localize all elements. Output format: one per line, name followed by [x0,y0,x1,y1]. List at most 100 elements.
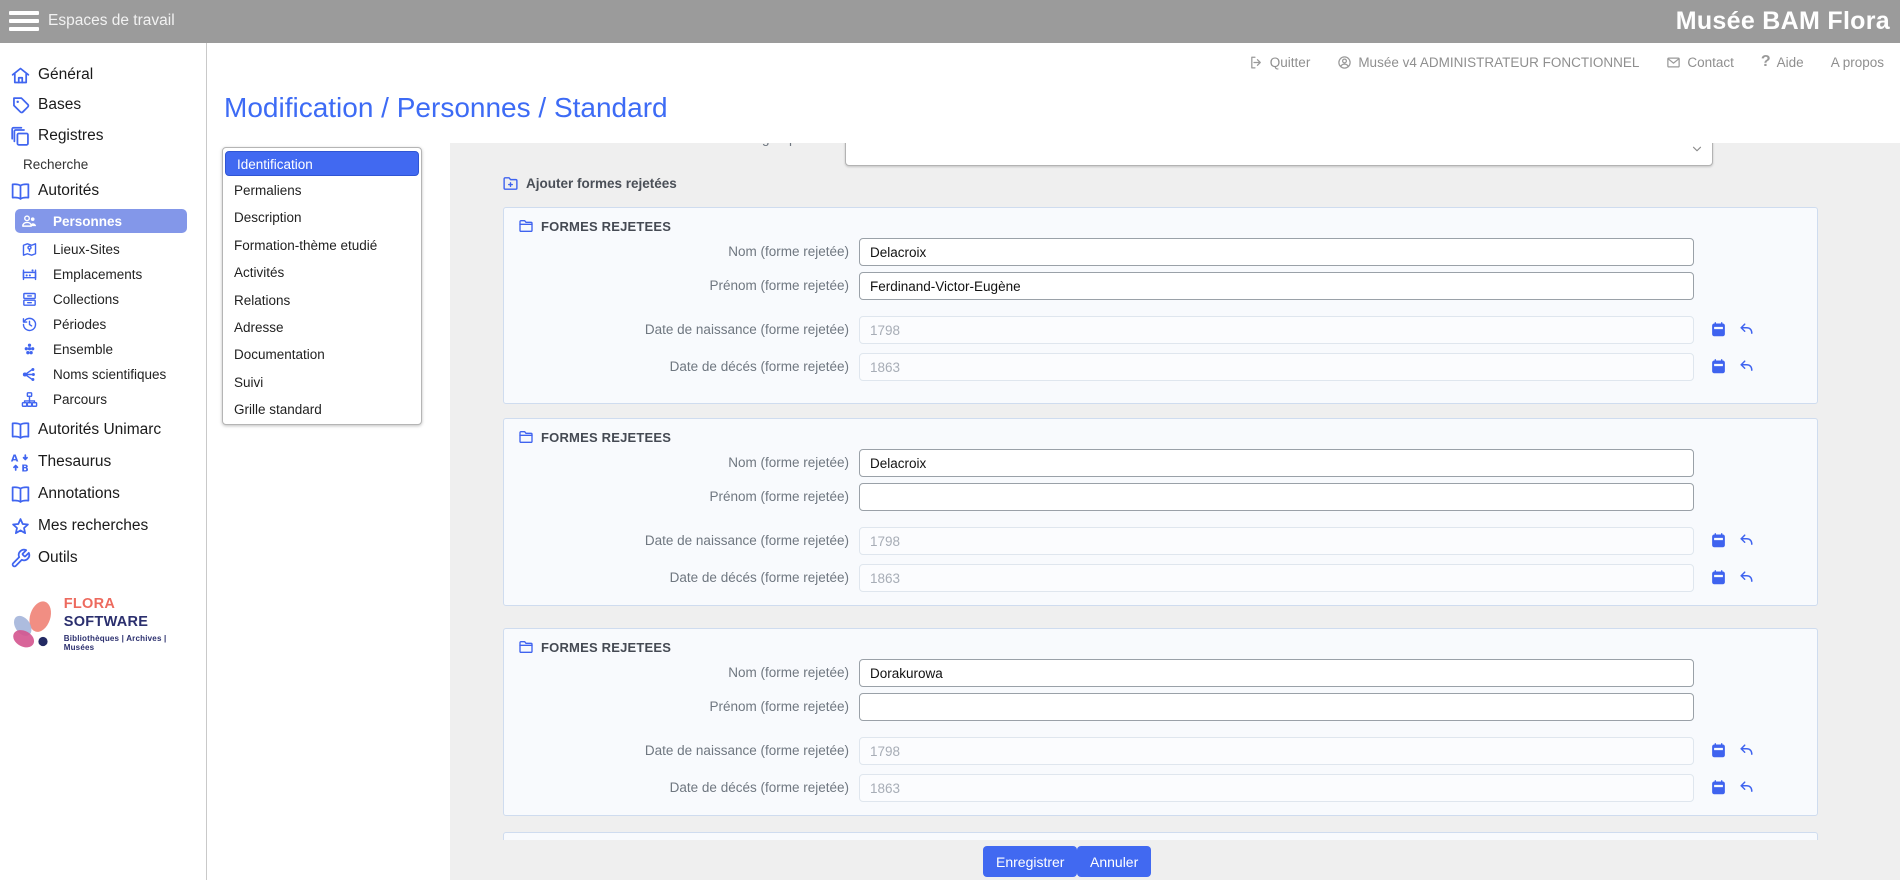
logo-tagline: Bibliothèques | Archives | Musées [64,634,198,652]
field-input-nom-forme-rejetee[interactable] [859,449,1694,477]
field-label-date-de-deces-forme-rejetee: Date de décés (forme rejetée) [514,359,849,374]
undo-icon[interactable] [1738,779,1755,796]
field-input-nom-forme-rejetee[interactable] [859,238,1694,266]
logo-brand: FLORA [64,596,115,612]
sidebar-item-label: Mes recherches [38,517,148,535]
sidebar-item-label: Parcours [53,392,107,407]
sidebar-item-recherche[interactable]: Recherche [0,151,206,177]
undo-icon[interactable] [1738,742,1755,759]
header-link-contact[interactable]: Contact [1666,55,1734,70]
formes-rejetees-panel: FORMES REJETEES Nom (forme rejetée) Prénom… [503,207,1818,404]
calendar-icon[interactable] [1710,779,1727,796]
book-icon [10,181,31,202]
field-label-prenom-forme-rejetee: Prénom (forme rejetée) [514,278,849,293]
undo-icon[interactable] [1738,358,1755,375]
field-label-date-de-deces-forme-rejetee: Date de décés (forme rejetée) [514,570,849,585]
field-label-nom-forme-rejetee: Nom (forme rejetée) [514,455,849,470]
save-button[interactable]: Enregistrer [983,846,1077,877]
tab-adresse[interactable]: Adresse [223,314,421,341]
header-link-label: A propos [1831,55,1884,70]
form-section-tabs: IdentificationPermaliensDescriptionForma… [222,147,422,425]
field-label-prenom-forme-rejetee: Prénom (forme rejetée) [514,489,849,504]
sidebar-item-thesaurus[interactable]: ABThesaurus [0,449,206,475]
sidebar-item-label: Personnes [53,214,122,229]
tab-formation-theme-etudie[interactable]: Formation-thème etudié [223,232,421,259]
add-formes-rejetees-link[interactable]: Ajouter formes rejetées [502,175,677,192]
sidebar-item-registres[interactable]: Registres [0,123,206,149]
sidebar-item-autorites[interactable]: Autorités [0,178,206,204]
field-label-nom-forme-rejetee: Nom (forme rejetée) [514,665,849,680]
sidebar-item-emplacements[interactable]: Emplacements [0,261,206,287]
cancel-button[interactable]: Annuler [1077,846,1151,877]
sidebar-item-noms-scientifiques[interactable]: Noms scientifiques [0,361,206,387]
regroupement-label: Regroupement [650,143,834,146]
sidebar-item-label: Lieux-Sites [53,242,120,257]
svg-text:B: B [21,463,28,473]
field-input-prenom-forme-rejetee[interactable] [859,483,1694,511]
field-input-date-de-deces-forme-rejetee [859,774,1694,802]
header-link-a-propos[interactable]: A propos [1831,55,1884,70]
sidebar-item-general[interactable]: Général [0,62,206,88]
header-link-quitter[interactable]: Quitter [1249,55,1311,70]
formes-rejetees-panel: FORMES REJETEESNom (forme rejetée)Prénom… [503,628,1818,816]
field-input-prenom-forme-rejetee[interactable] [859,693,1694,721]
sidebar-item-outils[interactable]: Outils [0,545,206,571]
calendar-icon[interactable] [1710,321,1727,338]
calendar-icon[interactable] [1710,742,1727,759]
tag-icon [10,95,31,116]
sidebar-item-periodes[interactable]: Périodes [0,311,206,337]
undo-icon[interactable] [1738,532,1755,549]
sidebar-item-label: Périodes [53,317,106,332]
panel-title: FORMES REJETEES [518,218,671,234]
tab-description[interactable]: Description [223,204,421,231]
sidebar-item-autorites-unimarc[interactable]: Autorités Unimarc [0,417,206,443]
home-icon [10,65,31,86]
folder-plus-icon [502,175,519,192]
field-label-nom-forme-rejetee: Nom (forme rejetée) [514,244,849,259]
calendar-icon[interactable] [1710,358,1727,375]
sidebar-item-label: Thesaurus [38,453,111,471]
archive-icon [21,291,38,308]
hamburger-menu-icon[interactable] [9,11,39,33]
header-link-aide[interactable]: ?Aide [1761,53,1804,71]
tab-documentation[interactable]: Documentation [223,341,421,368]
sidebar-item-bases[interactable]: Bases [0,92,206,118]
regroupement-select[interactable] [845,143,1713,166]
sidebar-item-label: Autorités [38,182,99,200]
tab-permaliens[interactable]: Permaliens [223,177,421,204]
field-input-date-de-naissance-forme-rejetee [859,527,1694,555]
tab-suivi[interactable]: Suivi [223,369,421,396]
field-input-nom-forme-rejetee[interactable] [859,659,1694,687]
header-link-label: Contact [1687,55,1734,70]
folder-icon [518,639,534,655]
sidebar-item-lieux-sites[interactable]: Lieux-Sites [0,236,206,262]
calendar-icon[interactable] [1710,532,1727,549]
sidebar-item-mes-recherches[interactable]: Mes recherches [0,513,206,539]
sidebar-item-collections[interactable]: Collections [0,286,206,312]
calendar-icon[interactable] [1710,569,1727,586]
undo-icon[interactable] [1738,321,1755,338]
panel-title-label: FORMES REJETEES [541,640,671,655]
flora-logo: FLORA SOFTWARE Bibliothèques | Archives … [8,595,198,652]
field-label-date-de-naissance-forme-rejetee: Date de naissance (forme rejetée) [514,322,849,337]
map-icon [21,241,38,258]
panel-title-label: FORMES REJETEES [541,430,671,445]
tab-relations[interactable]: Relations [223,287,421,314]
sidebar-item-label: Recherche [23,157,88,172]
tab-identification[interactable]: Identification [225,151,419,176]
history-icon [21,316,38,333]
sidebar-item-parcours[interactable]: Parcours [0,386,206,412]
tab-grille-standard[interactable]: Grille standard [223,396,421,423]
undo-icon[interactable] [1738,569,1755,586]
sidebar-item-label: Noms scientifiques [53,367,166,382]
sidebar-item-personnes[interactable]: Personnes [15,209,187,233]
field-input-date-de-deces-forme-rejetee [859,564,1694,592]
sidebar-item-ensemble[interactable]: Ensemble [0,336,206,362]
chevron-down-icon [1690,143,1704,161]
header-link-musee-v4-administrateur-fonctionnel[interactable]: Musée v4 ADMINISTRATEUR FONCTIONNEL [1337,55,1639,70]
sidebar-item-annotations[interactable]: Annotations [0,481,206,507]
people-icon [21,213,38,230]
sidebar: Général Bases Registres Recherche Autorités P… [0,43,207,880]
field-input-prenom-forme-rejetee[interactable] [859,272,1694,300]
tab-activites[interactable]: Activités [223,259,421,286]
